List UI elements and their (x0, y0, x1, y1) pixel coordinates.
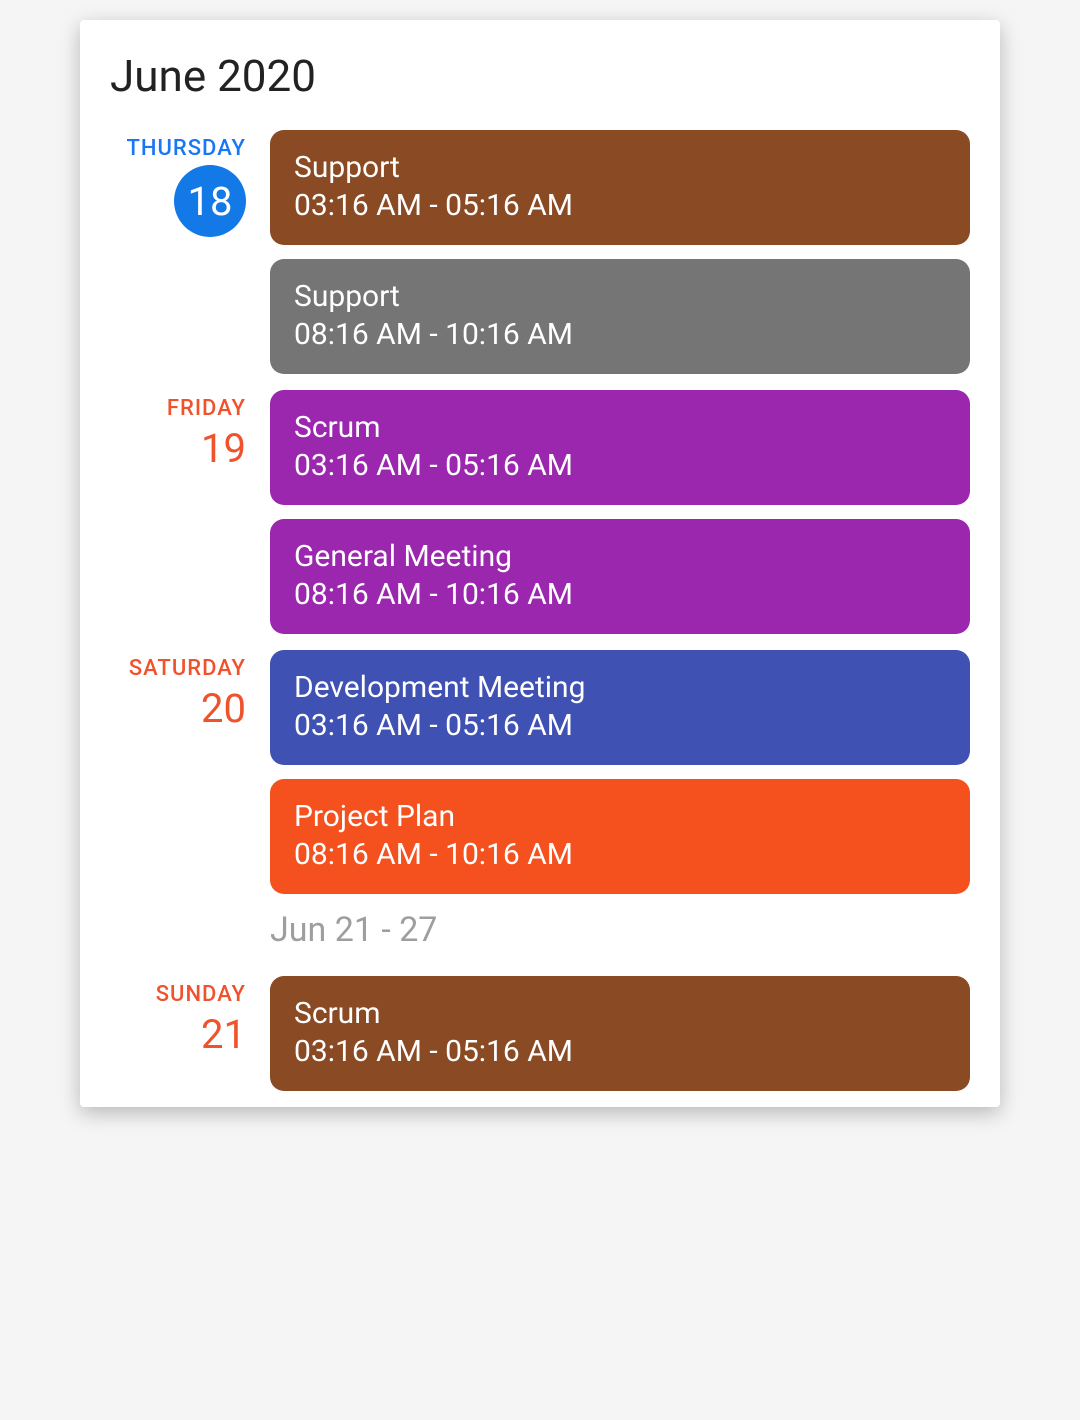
event-card[interactable]: Support03:16 AM - 05:16 AM (270, 130, 970, 245)
day-name: THURSDAY (110, 136, 246, 161)
week-range-label: Jun 21 - 27 (270, 910, 437, 950)
event-title: General Meeting (294, 539, 946, 575)
event-title: Development Meeting (294, 670, 946, 706)
day-row: THURSDAY18Support03:16 AM - 05:16 AMSupp… (110, 130, 970, 374)
day-label[interactable]: FRIDAY19 (110, 390, 270, 475)
calendar-agenda-card: June 2020 THURSDAY18Support03:16 AM - 05… (80, 20, 1000, 1107)
day-number[interactable]: 19 (201, 423, 246, 475)
events-column: Scrum03:16 AM - 05:16 AMGeneral Meeting0… (270, 390, 970, 634)
event-time: 03:16 AM - 05:16 AM (294, 706, 946, 745)
day-label[interactable]: SUNDAY21 (110, 976, 270, 1061)
event-time: 08:16 AM - 10:16 AM (294, 315, 946, 354)
event-card[interactable]: Scrum03:16 AM - 05:16 AM (270, 390, 970, 505)
day-label[interactable]: SATURDAY20 (110, 650, 270, 735)
day-name: FRIDAY (110, 396, 246, 421)
event-card[interactable]: General Meeting08:16 AM - 10:16 AM (270, 519, 970, 634)
event-card[interactable]: Scrum03:16 AM - 05:16 AM (270, 976, 970, 1091)
event-title: Project Plan (294, 799, 946, 835)
day-number[interactable]: 21 (201, 1009, 246, 1061)
event-title: Support (294, 150, 946, 186)
day-row: SUNDAY21Scrum03:16 AM - 05:16 AM (110, 976, 970, 1091)
events-column: Development Meeting03:16 AM - 05:16 AM Pr… (270, 650, 970, 894)
events-column: Scrum03:16 AM - 05:16 AM (270, 976, 970, 1091)
events-column: Support03:16 AM - 05:16 AMSupport08:16 A… (270, 130, 970, 374)
event-time: 03:16 AM - 05:16 AM (294, 1032, 946, 1071)
event-time: 08:16 AM - 10:16 AM (294, 575, 946, 614)
event-title: Scrum (294, 996, 946, 1032)
event-time: 03:16 AM - 05:16 AM (294, 186, 946, 225)
event-time: 03:16 AM - 05:16 AM (294, 446, 946, 485)
day-row: SATURDAY20Development Meeting03:16 AM - … (110, 650, 970, 894)
week-range-row: Jun 21 - 27 (110, 910, 970, 950)
event-title: Support (294, 279, 946, 315)
day-name: SUNDAY (110, 982, 246, 1007)
event-card[interactable]: Support08:16 AM - 10:16 AM (270, 259, 970, 374)
day-name: SATURDAY (110, 656, 246, 681)
event-card[interactable]: Project Plan08:16 AM - 10:16 AM (270, 779, 970, 894)
event-title: Scrum (294, 410, 946, 446)
day-row: FRIDAY19Scrum03:16 AM - 05:16 AMGeneral … (110, 390, 970, 634)
month-title: June 2020 (110, 50, 970, 102)
agenda-list: THURSDAY18Support03:16 AM - 05:16 AMSupp… (110, 130, 970, 1091)
day-label[interactable]: THURSDAY 18 (110, 130, 270, 237)
day-number[interactable]: 20 (201, 683, 246, 735)
event-card[interactable]: Development Meeting03:16 AM - 05:16 AM (270, 650, 970, 765)
event-time: 08:16 AM - 10:16 AM (294, 835, 946, 874)
week-range-spacer (110, 910, 270, 950)
day-number-today-badge[interactable]: 18 (174, 165, 246, 237)
